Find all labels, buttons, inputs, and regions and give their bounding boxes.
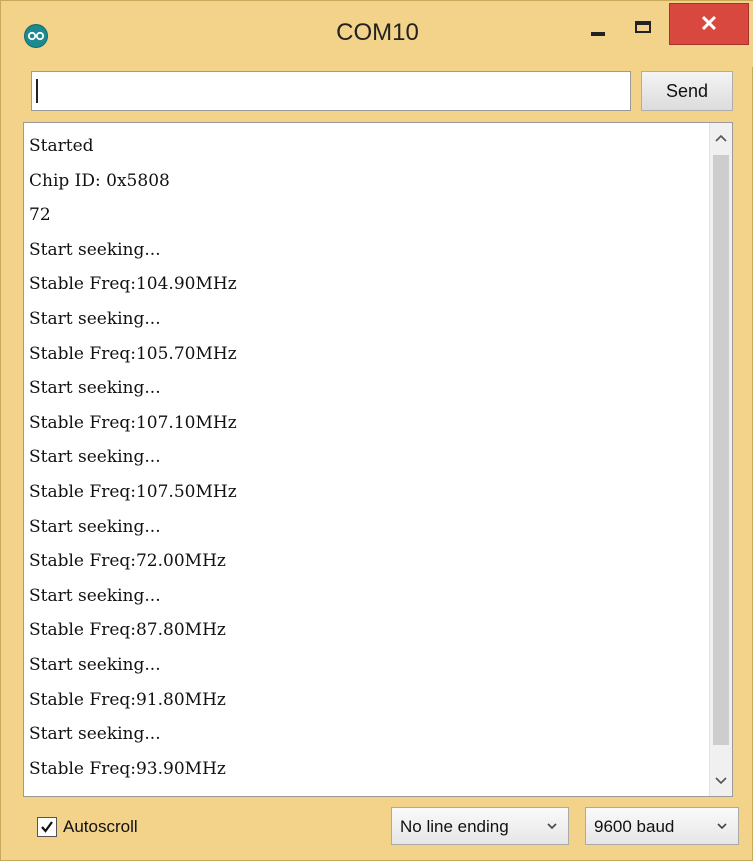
output-line: Stable Freq:93.90MHz: [29, 758, 226, 779]
output-line: Start seeking...: [29, 308, 161, 329]
output-line: Started: [29, 136, 94, 156]
output-line: Start seeking...: [29, 447, 161, 468]
chevron-down-icon: [717, 823, 727, 830]
minimize-icon: [591, 32, 605, 36]
output-line: Start seeking...: [29, 516, 161, 537]
autoscroll-checkbox[interactable]: [37, 817, 57, 837]
minimize-button[interactable]: [575, 7, 621, 45]
output-line: Stable Freq:107.10MHz: [29, 412, 237, 433]
output-line: Stable Freq:72.00MHz: [29, 551, 226, 572]
close-button[interactable]: ✕: [669, 3, 749, 45]
autoscroll-label: Autoscroll: [63, 817, 138, 836]
vertical-scrollbar[interactable]: [709, 123, 732, 796]
serial-monitor-window: COM10 ✕ Send Started Chip ID: 0x5808 72 Sta…: [0, 0, 753, 861]
output-line: Start seeking...: [29, 724, 161, 745]
output-line: Start seeking...: [29, 239, 161, 260]
baud-rate-select[interactable]: 9600 baud: [585, 807, 739, 845]
close-icon: ✕: [699, 11, 719, 36]
output-line: Chip ID: 0x5808: [29, 170, 170, 191]
output-line: Start seeking...: [29, 654, 161, 675]
footer-bar: Autoscroll No line ending 9600 baud: [23, 801, 739, 853]
output-text: Started Chip ID: 0x5808 72 Start seeking...…: [29, 129, 709, 786]
maximize-icon: [635, 21, 651, 33]
send-row: Send: [23, 67, 733, 117]
output-line: Stable Freq:107.50MHz: [29, 481, 237, 502]
serial-output[interactable]: Started Chip ID: 0x5808 72 Start seeking...…: [23, 122, 733, 797]
send-button[interactable]: Send: [641, 71, 733, 111]
scroll-up-arrow-icon[interactable]: [710, 123, 732, 153]
arduino-icon: [25, 25, 47, 47]
text-caret: [36, 79, 38, 103]
chevron-down-icon: [547, 823, 557, 830]
baud-rate-value: 9600 baud: [594, 817, 675, 836]
output-line: 72: [29, 205, 51, 226]
serial-input[interactable]: [31, 71, 631, 111]
scroll-down-arrow-icon[interactable]: [710, 766, 732, 796]
autoscroll-toggle[interactable]: Autoscroll: [37, 815, 138, 839]
output-line: Stable Freq:91.80MHz: [29, 689, 226, 710]
title-bar[interactable]: COM10 ✕: [1, 1, 753, 67]
checkmark-icon: [41, 821, 53, 833]
output-line: Stable Freq:104.90MHz: [29, 274, 237, 295]
output-line: Stable Freq:87.80MHz: [29, 620, 226, 641]
maximize-button[interactable]: [621, 7, 667, 45]
scrollbar-thumb[interactable]: [713, 155, 729, 745]
line-ending-select[interactable]: No line ending: [391, 807, 569, 845]
output-line: Start seeking...: [29, 378, 161, 399]
line-ending-value: No line ending: [400, 817, 509, 836]
output-line: Stable Freq:105.70MHz: [29, 343, 237, 364]
output-line: Start seeking...: [29, 585, 161, 606]
